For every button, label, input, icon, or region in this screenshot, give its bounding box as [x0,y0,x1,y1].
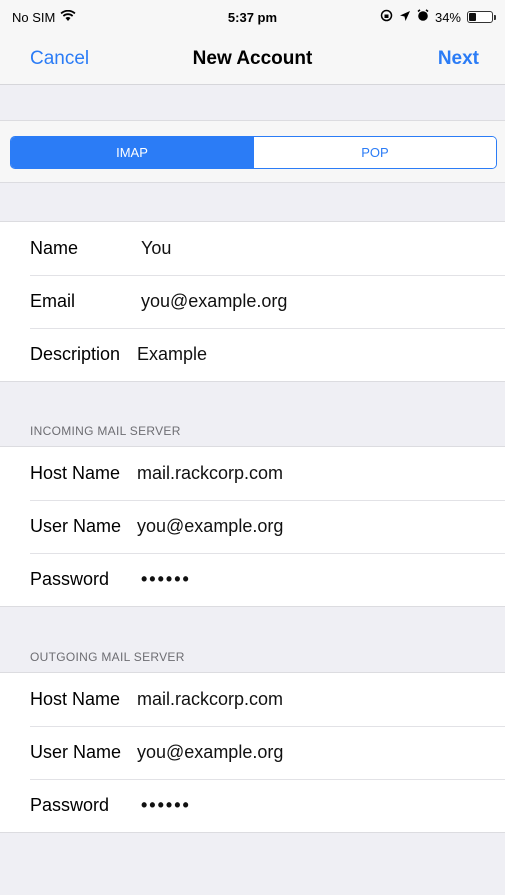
outgoing-host-label: Host Name [30,689,121,709]
outgoing-server-group: Host Name User Name Password •••••• [0,672,505,833]
incoming-user-label: User Name [30,516,122,536]
description-row: Description [0,328,505,381]
account-type-segmented-control: IMAP POP [10,136,497,169]
incoming-host-row: Host Name [0,447,505,500]
location-icon [399,10,411,25]
outgoing-user-row: User Name [0,726,505,779]
segment-pop[interactable]: POP [253,137,496,168]
incoming-server-group: Host Name User Name Password •••••• [0,446,505,607]
email-label: Email [30,291,76,311]
incoming-user-row: User Name [0,500,505,553]
outgoing-server-header: OUTGOING MAIL SERVER [30,650,185,664]
battery-tip [494,15,496,20]
description-field[interactable] [137,344,477,365]
cancel-button[interactable]: Cancel [30,48,89,70]
outgoing-host-row: Host Name [0,673,505,726]
account-type-band: IMAP POP [0,120,505,183]
status-bar: No SIM 5:37 pm 34% [0,0,505,34]
next-button[interactable]: Next [438,48,479,70]
battery-percent: 34% [434,9,461,25]
incoming-password-field[interactable]: •••••• [141,569,481,590]
incoming-host-field[interactable] [137,463,477,484]
account-info-group: Name Email Description [0,221,505,382]
name-label: Name [30,238,79,258]
incoming-password-label: Password [30,569,110,589]
name-row: Name [0,222,505,275]
description-label: Description [30,344,121,364]
outgoing-user-field[interactable] [137,742,477,763]
outgoing-user-label: User Name [30,742,122,762]
outgoing-host-field[interactable] [137,689,477,710]
segment-imap[interactable]: IMAP [11,137,253,168]
incoming-server-header: INCOMING MAIL SERVER [30,424,181,438]
outgoing-password-label: Password [30,795,110,815]
battery-fill [469,13,476,21]
email-field[interactable] [141,291,481,312]
new-account-screen: No SIM 5:37 pm 34% Cancel New Account Ne… [0,0,505,895]
email-row: Email [0,275,505,328]
outgoing-password-field[interactable]: •••••• [141,795,481,816]
battery-icon [467,11,496,23]
lock-rotation-icon [380,9,393,25]
incoming-host-label: Host Name [30,463,121,483]
incoming-password-row: Password •••••• [0,553,505,606]
alarm-icon [417,9,429,25]
incoming-user-field[interactable] [137,516,477,537]
name-field[interactable] [141,238,481,259]
navigation-bar: Cancel New Account Next [0,34,505,85]
outgoing-password-row: Password •••••• [0,779,505,832]
status-right: 34% [380,9,496,25]
